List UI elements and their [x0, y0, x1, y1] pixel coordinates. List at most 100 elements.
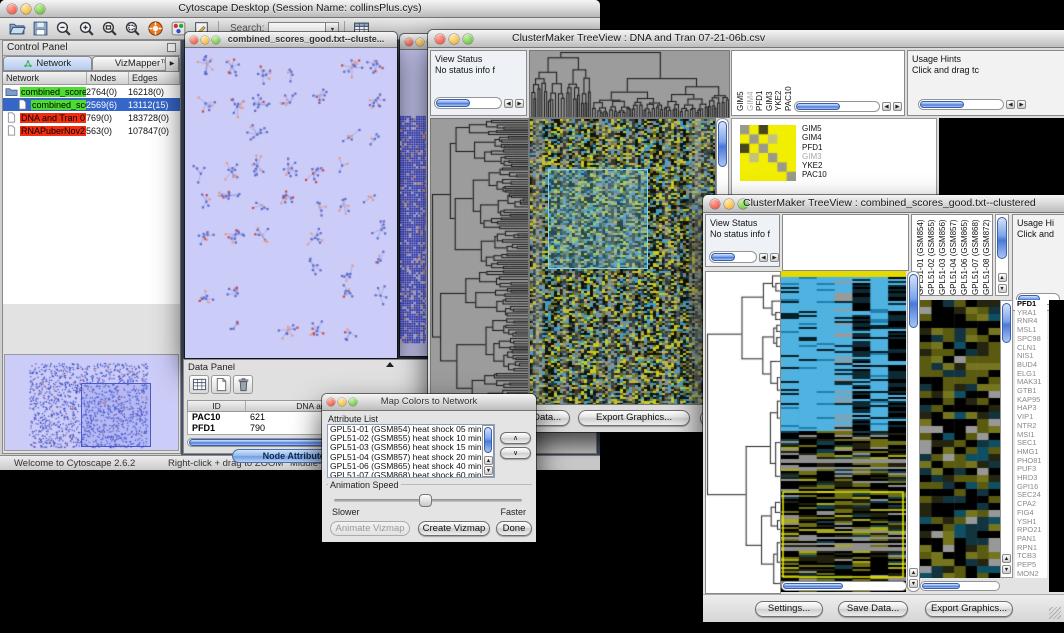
gene-label[interactable]: CLN1 [1017, 344, 1047, 353]
heatmap-hscrollbar[interactable] [781, 581, 907, 591]
treeview-dna-title-bar[interactable]: ClusterMaker TreeView : DNA and Tran 07-… [428, 30, 1064, 48]
gene-label[interactable]: GIM3 [802, 152, 827, 161]
col-nodes[interactable]: Nodes [87, 72, 129, 84]
gene-label[interactable]: HMG1 [1017, 448, 1047, 457]
gene-label[interactable]: MSL1 [1017, 326, 1047, 335]
hscroll-thumb[interactable] [711, 253, 735, 261]
scroll-down-icon[interactable] [484, 466, 493, 475]
vscroll-thumb[interactable] [718, 121, 727, 167]
more-tabs-button[interactable] [165, 56, 179, 72]
attribute-item[interactable]: GPL51-07 (GSM868) heat shock 60 min [328, 471, 494, 478]
scroll-down-icon[interactable] [909, 579, 918, 588]
data-panel-tool-icon[interactable] [233, 375, 253, 394]
done-button[interactable]: Done [496, 521, 532, 536]
array-label[interactable]: GIM5 [736, 53, 746, 111]
heatmap-vscrollbar[interactable] [907, 271, 920, 592]
zoom-button[interactable] [349, 398, 357, 406]
move-down-button[interactable]: ∨ [500, 447, 531, 459]
main-title-bar[interactable]: Cytoscape Desktop (Session Name: collins… [0, 0, 600, 18]
array-label[interactable]: YKE2 [774, 53, 784, 111]
gene-label[interactable]: SPC98 [1017, 335, 1047, 344]
scroll-down-icon[interactable] [1002, 565, 1011, 574]
array-label[interactable]: GPL51-08 (GSM872) [981, 217, 992, 295]
toolbar-icon[interactable] [78, 20, 95, 37]
gene-label[interactable]: NIS1 [1017, 352, 1047, 361]
minimize-button[interactable] [449, 34, 459, 44]
scroll-left-icon[interactable] [759, 253, 768, 262]
array-label[interactable]: GPL51-07 (GSM868) [970, 217, 981, 295]
minimize-button[interactable] [201, 36, 209, 44]
col-id[interactable]: ID [188, 401, 246, 411]
array-dendrogram[interactable] [529, 50, 730, 118]
gene-label[interactable]: GPI16 [1017, 483, 1047, 492]
zoom-button[interactable] [35, 4, 45, 14]
hscroll-thumb[interactable] [796, 103, 840, 110]
create-vizmap-button[interactable]: Create Vizmap [418, 521, 490, 536]
close-button[interactable] [327, 398, 335, 406]
gene-label[interactable]: GIM5 [802, 124, 827, 133]
gene-label[interactable]: GIM4 [802, 133, 827, 142]
animate-vizmap-button[interactable]: Animate Vizmap [330, 521, 410, 536]
close-button[interactable] [435, 34, 445, 44]
view-status-hscrollbar[interactable] [434, 97, 502, 109]
hscroll-thumb[interactable] [920, 101, 964, 108]
attribute-item[interactable]: GPL51-01 (GSM854) heat shock 05 min [328, 425, 494, 434]
panel-resize-handle-icon[interactable] [386, 362, 394, 367]
zoom-button[interactable] [463, 34, 473, 44]
array-label[interactable]: GPL51-06 (GSM865) [959, 217, 970, 295]
gene-dendrogram[interactable] [430, 118, 529, 405]
attribute-item[interactable]: GPL51-04 (GSM857) heat shock 20 min [328, 453, 494, 462]
minimize-button[interactable] [21, 4, 31, 14]
scroll-up-icon[interactable] [909, 568, 918, 577]
usage-hints-hscrollbar[interactable] [918, 99, 1004, 110]
window-resize-grip[interactable] [1049, 607, 1061, 619]
gene-label[interactable]: HRD3 [1017, 474, 1047, 483]
array-labels-vscrollbar[interactable] [995, 214, 1009, 296]
gene-label[interactable]: PEP5 [1017, 561, 1047, 570]
tab[interactable]: Network [3, 56, 92, 71]
float-panel-icon[interactable] [167, 43, 176, 52]
close-button[interactable] [190, 36, 198, 44]
array-label[interactable]: PFD1 [755, 53, 765, 111]
col-edges[interactable]: Edges [129, 72, 180, 84]
zoom-heatmap[interactable] [920, 300, 1000, 578]
gene-label[interactable]: PAC10 [802, 170, 827, 179]
vscroll-thumb[interactable] [1002, 303, 1011, 343]
network-row[interactable]: RNAPuberNov2+ 563(0) 107847(0) [3, 124, 180, 137]
gene-label[interactable]: YRA1 [1017, 309, 1047, 318]
col-network[interactable]: Network [3, 72, 87, 84]
gene-label[interactable]: SEC1 [1017, 439, 1047, 448]
zoom-matrix[interactable] [740, 125, 796, 181]
scroll-right-icon[interactable] [893, 102, 902, 111]
gene-label[interactable]: YSH1 [1017, 518, 1047, 527]
gene-label[interactable]: CPA2 [1017, 500, 1047, 509]
gene-label[interactable]: RPN1 [1017, 544, 1047, 553]
gene-label[interactable]: PHO81 [1017, 457, 1047, 466]
array-label[interactable]: GIM3 [765, 53, 775, 111]
gene-label[interactable]: PFD1 [802, 143, 827, 152]
speed-slider-thumb[interactable] [419, 494, 432, 507]
gene-label[interactable]: MAK31 [1017, 378, 1047, 387]
gene-label[interactable]: VIP1 [1017, 413, 1047, 422]
vscroll-thumb[interactable] [484, 427, 492, 453]
hscroll-thumb[interactable] [783, 583, 843, 589]
gene-label[interactable]: YKE2 [802, 161, 827, 170]
scroll-right-icon[interactable] [770, 253, 779, 262]
network-canvas[interactable] [185, 48, 395, 356]
move-up-button[interactable]: ∧ [500, 432, 531, 444]
array-label[interactable]: GPL51-03 (GSM856) [937, 217, 948, 295]
gene-label[interactable]: PFD1 [1017, 300, 1047, 309]
scroll-up-icon[interactable] [998, 273, 1007, 282]
scroll-right-icon[interactable] [515, 99, 524, 108]
network-window-title-bar[interactable]: combined_scores_good.txt--cluste... [185, 32, 397, 48]
view-status-hscrollbar[interactable] [709, 251, 757, 263]
array-dendrogram-area[interactable] [782, 214, 909, 271]
scroll-down-icon[interactable] [998, 284, 1007, 293]
array-label[interactable]: GIM4 [746, 53, 756, 111]
gene-label[interactable]: KAP95 [1017, 396, 1047, 405]
hscroll-thumb[interactable] [922, 583, 960, 589]
global-heatmap[interactable] [529, 118, 716, 405]
export-graphics-button[interactable]: Export Graphics... [578, 410, 690, 426]
attribute-item[interactable]: GPL51-06 (GSM865) heat shock 40 min [328, 462, 494, 471]
vscroll-thumb[interactable] [909, 274, 918, 328]
